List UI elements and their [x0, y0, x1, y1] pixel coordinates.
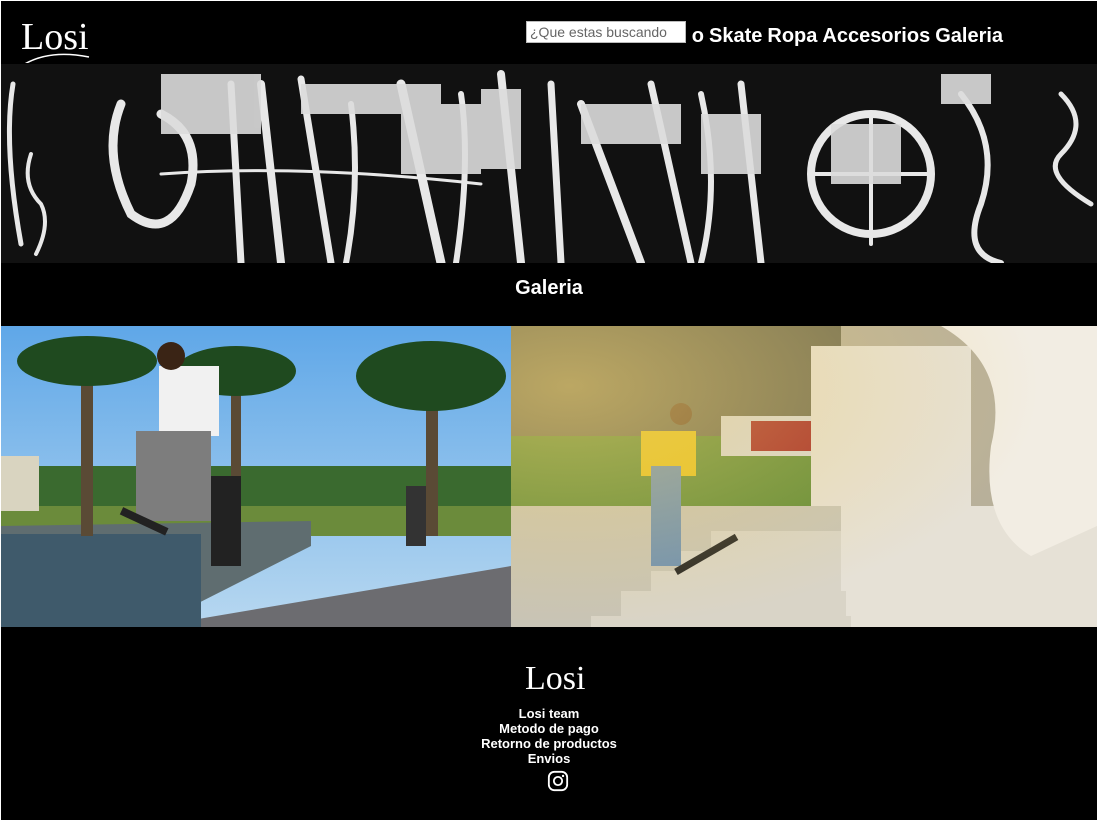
instagram-icon[interactable] — [547, 770, 569, 792]
nav-inicio[interactable]: Inicio — [691, 23, 704, 49]
page: Losi Inicio Skate Ropa Accesorios Galeri… — [0, 0, 1098, 821]
site-header: Losi Inicio Skate Ropa Accesorios Galeri… — [1, 1, 1097, 64]
nav-skate[interactable]: Skate — [709, 23, 762, 49]
gallery-photo-park[interactable] — [1, 326, 511, 627]
footer-links: Losi team Metodo de pago Retorno de prod… — [1, 706, 1097, 766]
page-frame: Losi Inicio Skate Ropa Accesorios Galeri… — [1, 1, 1097, 820]
gallery-title: Galeria — [515, 277, 583, 299]
park-skater-image — [1, 326, 511, 627]
nav-accesorios[interactable]: Accesorios — [822, 23, 930, 49]
footer-losi-logo[interactable]: Losi — [523, 647, 595, 699]
footer-logo-text: Losi — [525, 660, 585, 697]
logo-text: Losi — [21, 16, 89, 58]
losi-logo[interactable]: Losi — [19, 5, 105, 63]
graffiti-banner — [1, 64, 1097, 263]
footer-link-losi-team[interactable]: Losi team — [519, 706, 580, 721]
main-nav: Inicio Skate Ropa Accesorios Galeria — [691, 23, 1003, 49]
monument-skater-image — [511, 326, 1097, 627]
graffiti-banner-image — [1, 64, 1097, 263]
footer-link-envios[interactable]: Envios — [528, 751, 571, 766]
gallery-photo-monument[interactable] — [511, 326, 1097, 627]
nav-ropa[interactable]: Ropa — [767, 23, 817, 49]
search-input[interactable] — [526, 21, 686, 43]
footer-link-metodo-de-pago[interactable]: Metodo de pago — [499, 721, 599, 736]
nav-galeria[interactable]: Galeria — [935, 23, 1003, 49]
footer-link-retorno-de-productos[interactable]: Retorno de productos — [481, 736, 617, 751]
